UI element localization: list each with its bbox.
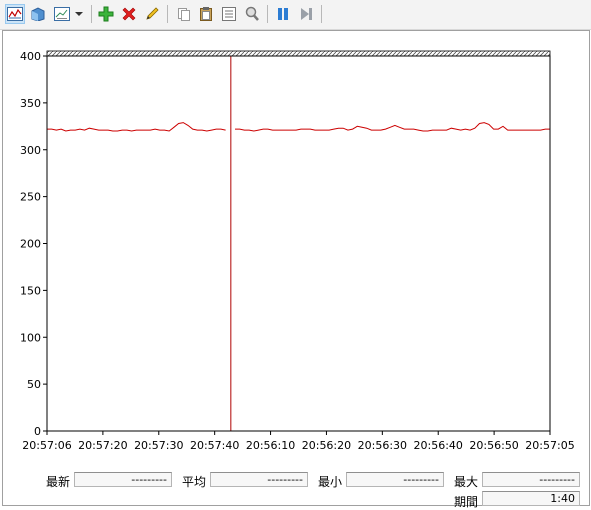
y-tick-label: 100	[20, 331, 41, 344]
overflow-hatch	[46, 50, 551, 57]
x-tick-label: 20:56:30	[358, 439, 407, 452]
average-value: ---------	[210, 472, 308, 487]
x-tick-label: 20:57:06	[22, 439, 71, 452]
x-tick-label: 20:56:20	[302, 439, 351, 452]
latest-label: 最新	[46, 475, 71, 489]
y-tick-label: 0	[34, 425, 41, 438]
y-tick-label: 50	[27, 378, 41, 391]
plot-frame	[46, 55, 551, 432]
minimum-value: ---------	[346, 472, 444, 487]
x-tick-label: 20:57:20	[78, 439, 127, 452]
x-tick-label: 20:57:05	[525, 439, 574, 452]
duration-label: 期間	[454, 495, 479, 509]
x-tick-label: 20:56:40	[414, 439, 463, 452]
y-tick-label: 400	[20, 50, 41, 63]
minimum-label: 最小	[318, 475, 343, 489]
x-tick-label: 20:56:50	[469, 439, 518, 452]
y-tick-label: 350	[20, 97, 41, 110]
y-tick-label: 300	[20, 144, 41, 157]
latest-value: ---------	[74, 472, 172, 487]
y-tick-label: 200	[20, 238, 41, 251]
x-tick-label: 20:57:40	[190, 439, 239, 452]
x-tick-label: 20:56:10	[246, 439, 295, 452]
maximum-label: 最大	[454, 475, 479, 489]
y-tick-label: 250	[20, 191, 41, 204]
maximum-value: ---------	[482, 472, 580, 487]
y-tick-label: 150	[20, 284, 41, 297]
x-tick-label: 20:57:30	[134, 439, 183, 452]
duration-value: 1:40	[482, 491, 580, 506]
series-line	[235, 122, 550, 132]
performance-graph[interactable]: 0 50 100 150 200 250 300 350 400 20:57:06 20:57:20…	[0, 0, 591, 470]
series-line	[47, 122, 226, 132]
average-label: 平均	[182, 475, 207, 489]
